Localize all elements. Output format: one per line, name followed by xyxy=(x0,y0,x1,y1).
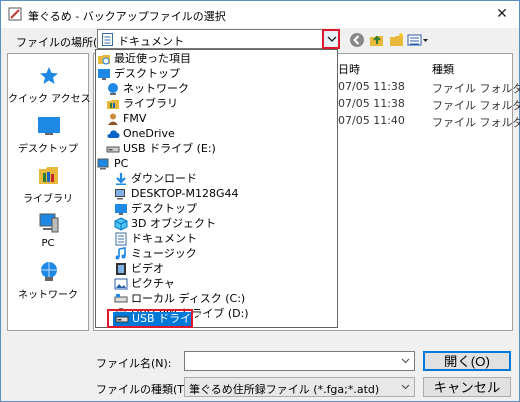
row-type: ファイル フォルダー xyxy=(432,82,520,95)
network-icon xyxy=(108,83,118,95)
places-bar: クイック アクセス デスクトップ ライブラリ PC ネットワーク xyxy=(7,53,91,331)
filename-input[interactable] xyxy=(184,351,415,371)
recent-icon xyxy=(98,55,110,65)
place-pc[interactable]: PC xyxy=(8,212,88,254)
computer-icon xyxy=(115,189,125,200)
location-label: ファイルの場所(I): xyxy=(16,36,109,49)
row-date: 07/05 11:38 xyxy=(338,80,405,93)
filetype-select[interactable]: 筆ぐるめ住所録ファイル (*.fga;*.atd) xyxy=(184,377,415,397)
title-bar: 筆ぐるめ - バックアップファイルの選択 ✕ xyxy=(1,1,519,28)
place-desktop[interactable]: デスクトップ xyxy=(8,116,88,156)
location-dropdown-list: 最近使った項目 デスクトップ ネットワーク ライブラリ FMV OneDrive… xyxy=(95,49,338,328)
location-dropdown-button[interactable] xyxy=(322,29,340,49)
open-button[interactable]: 開く(O) xyxy=(423,351,511,371)
row-date: 07/05 11:40 xyxy=(338,114,405,127)
chevron-down-icon xyxy=(401,384,410,390)
library-icon xyxy=(107,100,119,109)
place-label: ライブラリ xyxy=(23,194,73,205)
place-network[interactable]: ネットワーク xyxy=(8,260,88,302)
cube-icon xyxy=(114,217,128,231)
place-label: ネットワーク xyxy=(18,290,78,301)
view-menu-icon[interactable] xyxy=(407,32,429,48)
up-folder-icon[interactable] xyxy=(369,32,385,48)
user-icon xyxy=(108,113,118,125)
close-button[interactable]: ✕ xyxy=(493,5,511,23)
chevron-down-icon xyxy=(327,36,337,42)
place-label: クイック アクセス xyxy=(8,94,91,105)
place-library[interactable]: ライブラリ xyxy=(8,164,88,206)
network-icon xyxy=(41,262,57,281)
picture-icon xyxy=(114,278,128,290)
document-icon xyxy=(102,33,113,46)
column-header-date[interactable]: 日時 xyxy=(338,61,360,77)
row-date: 07/05 11:38 xyxy=(338,97,405,110)
chevron-down-icon[interactable] xyxy=(401,358,410,364)
window-title: 筆ぐるめ - バックアップファイルの選択 xyxy=(28,10,226,23)
library-icon xyxy=(39,167,58,184)
place-label: デスクトップ xyxy=(18,144,78,155)
video-icon xyxy=(116,263,126,275)
app-icon xyxy=(8,7,22,21)
star-icon xyxy=(40,67,58,84)
download-icon xyxy=(116,173,126,185)
selection-highlight-frame xyxy=(107,309,193,328)
place-quick-access[interactable]: クイック アクセス xyxy=(8,66,91,106)
pc-icon xyxy=(97,158,109,170)
filetype-label: ファイルの種類(T): xyxy=(96,383,193,396)
row-type: ファイル フォルダー xyxy=(432,99,520,112)
desktop-icon xyxy=(38,117,60,135)
pc-icon xyxy=(39,213,59,233)
music-icon xyxy=(115,247,126,260)
desktop-icon xyxy=(115,204,127,215)
new-folder-icon[interactable] xyxy=(389,32,405,48)
location-combobox[interactable]: ドキュメント xyxy=(97,29,337,49)
usb-drive-icon xyxy=(106,146,120,153)
local-disk-icon xyxy=(114,294,128,303)
cloud-icon xyxy=(107,130,120,138)
filename-label: ファイル名(N): xyxy=(96,357,172,370)
desktop-icon xyxy=(98,69,110,80)
document-icon xyxy=(115,232,127,246)
cancel-button[interactable]: キャンセル xyxy=(423,377,511,397)
column-header-type[interactable]: 種類 xyxy=(432,61,454,77)
file-dialog: 筆ぐるめ - バックアップファイルの選択 ✕ ファイルの場所(I): ドキュメン… xyxy=(0,0,520,402)
row-type: ファイル フォルダー xyxy=(432,116,520,129)
place-label: PC xyxy=(41,238,55,249)
back-icon[interactable] xyxy=(349,32,365,48)
location-value: ドキュメント xyxy=(118,35,184,48)
